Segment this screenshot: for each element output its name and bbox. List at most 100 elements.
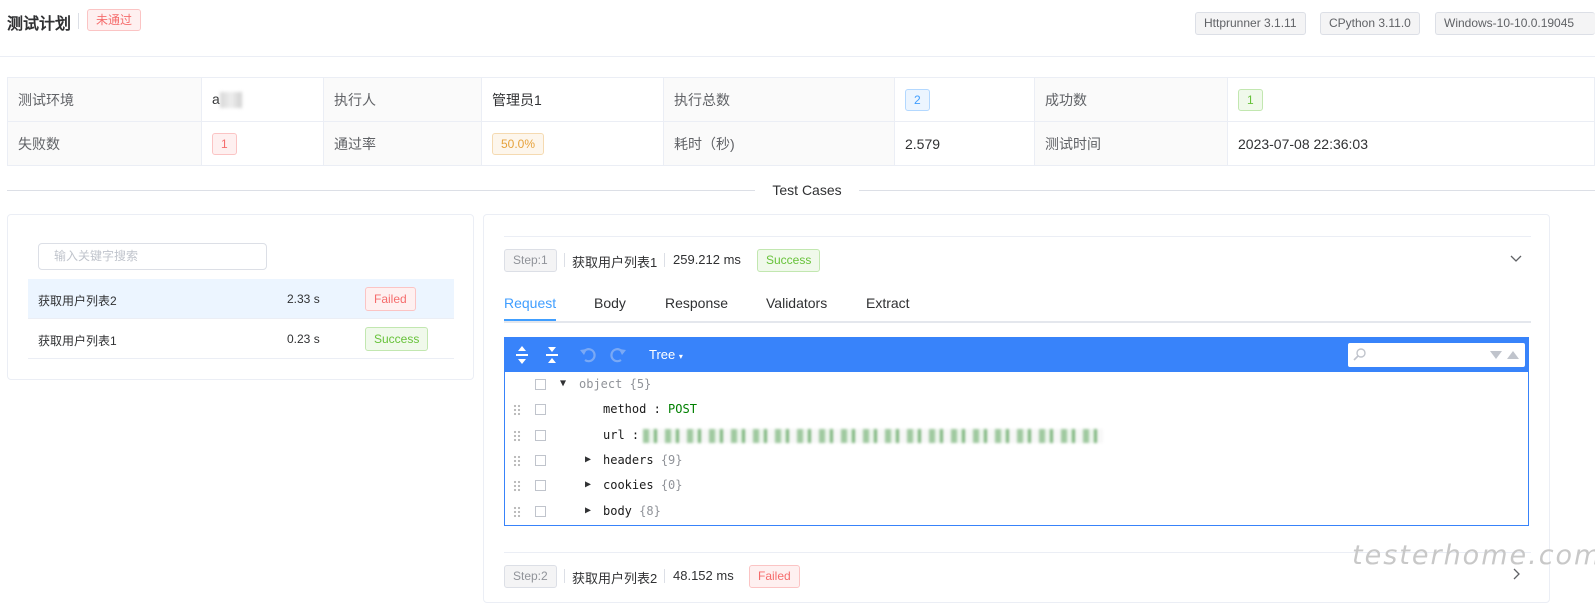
tab-extract[interactable]: Extract [866, 293, 910, 313]
headers-key: headers [603, 453, 654, 467]
value-success: 1 [1227, 77, 1595, 122]
search-next-icon[interactable] [1489, 350, 1503, 360]
tab-body[interactable]: Body [594, 293, 626, 313]
method-value[interactable]: POST [668, 402, 697, 416]
tree-row[interactable]: method : POST [505, 397, 1528, 422]
drag-handle-icon[interactable] [513, 404, 521, 416]
value-duration: 2.579 [894, 121, 1035, 166]
json-search-box[interactable] [1348, 343, 1525, 367]
drag-handle-icon[interactable] [513, 480, 521, 492]
step-header[interactable]: Step:1 获取用户列表1 259.212 ms Success [504, 236, 1531, 284]
env-tag-os: Windows-10-10.0.19045 [1435, 12, 1595, 35]
tree-row[interactable]: ▶ body {8} [505, 499, 1528, 524]
redo-icon[interactable] [607, 344, 629, 366]
value-pass-rate: 50.0% [481, 121, 664, 166]
search-previous-icon[interactable] [1506, 350, 1520, 360]
step-index-tag: Step:1 [504, 249, 557, 272]
page-title: 测试计划 [7, 16, 72, 33]
mode-dropdown[interactable]: Tree ▾ [649, 347, 683, 362]
label-environment: 测试环境 [7, 77, 202, 122]
tree-key: method : POST [603, 402, 697, 416]
step-separator [564, 253, 565, 267]
json-editor: Tree ▾ ▼ object {5} method : POST url : [504, 337, 1529, 526]
cookies-count: {0} [660, 478, 683, 492]
label-duration: 耗时（秒) [663, 121, 895, 166]
tree-row[interactable]: ▶ headers {9} [505, 448, 1528, 473]
tab-response[interactable]: Response [665, 293, 728, 313]
drag-handle-icon[interactable] [513, 455, 521, 467]
failed-badge: 1 [212, 132, 237, 155]
json-editor-toolbar: Tree ▾ [505, 338, 1528, 372]
row-checkbox[interactable] [535, 455, 546, 466]
value-test-time: 2023-07-08 22:36:03 [1227, 121, 1595, 166]
section-title: Test Cases [755, 181, 859, 199]
environment-text: a [212, 90, 220, 107]
case-row[interactable]: 获取用户列表1 0.23 s Success [28, 319, 454, 359]
total-badge: 2 [905, 88, 930, 111]
row-checkbox[interactable] [535, 506, 546, 517]
expand-all-icon[interactable] [511, 344, 533, 366]
chevron-down-icon[interactable] [1509, 251, 1523, 265]
title-divider [78, 13, 79, 29]
env-tag-python: CPython 3.11.0 [1320, 12, 1420, 35]
step-tabs: Request Body Response Validators Extract [504, 293, 1531, 323]
root-count: {5} [629, 377, 652, 391]
label-success: 成功数 [1034, 77, 1228, 122]
row-checkbox[interactable] [535, 480, 546, 491]
expanded-arrow-icon[interactable]: ▼ [560, 378, 566, 389]
cookies-key: cookies [603, 478, 654, 492]
value-failed: 1 [201, 121, 324, 166]
tab-validators[interactable]: Validators [766, 293, 827, 313]
tree-row[interactable]: ▼ object {5} [505, 372, 1528, 397]
drag-handle-icon[interactable] [513, 506, 521, 518]
step-status-badge: Success [757, 249, 821, 272]
root-key: object [579, 377, 623, 391]
case-search-input[interactable]: 输入关键字搜索 [38, 243, 267, 270]
case-name: 获取用户列表1 [38, 334, 117, 348]
tree-key: body {8} [603, 504, 661, 518]
case-status-badge: Success [365, 327, 429, 351]
watermark-text: testerhome.com [1352, 540, 1595, 571]
url-key: url [603, 428, 625, 442]
redacted-url-value[interactable] [643, 428, 1104, 443]
case-status-badge: Failed [365, 287, 416, 311]
undo-icon[interactable] [577, 344, 599, 366]
case-name: 获取用户列表2 [38, 294, 117, 308]
step-separator [664, 253, 665, 267]
row-checkbox[interactable] [535, 430, 546, 441]
redacted-mark [219, 92, 242, 109]
drag-handle-icon[interactable] [513, 430, 521, 442]
case-list-panel: 输入关键字搜索 获取用户列表2 2.33 s Failed 获取用户列表1 0.… [7, 214, 474, 380]
tree-row[interactable]: url : [505, 423, 1528, 448]
step-name: 获取用户列表1 [572, 255, 658, 270]
case-time: 0.23 s [287, 332, 320, 346]
tree-row[interactable]: ▶ cookies {0} [505, 473, 1528, 498]
step-duration: 48.152 ms [673, 568, 734, 583]
headers-count: {9} [660, 453, 683, 467]
step-duration: 259.212 ms [673, 252, 741, 267]
step-name: 获取用户列表2 [572, 571, 658, 586]
active-tab-indicator [504, 319, 556, 321]
step-separator [564, 569, 565, 583]
collapse-all-icon[interactable] [541, 344, 563, 366]
mode-label: Tree [649, 347, 676, 362]
case-status: Failed [365, 287, 416, 311]
label-executor: 执行人 [323, 77, 482, 122]
success-badge: 1 [1238, 88, 1263, 111]
value-executor: 管理员1 [481, 77, 664, 122]
step-separator [664, 569, 665, 583]
value-environment: a [201, 77, 324, 122]
row-checkbox[interactable] [535, 379, 546, 390]
collapsed-arrow-icon[interactable]: ▶ [585, 479, 591, 490]
tab-request[interactable]: Request [504, 293, 556, 313]
label-pass-rate: 通过率 [323, 121, 482, 166]
collapsed-arrow-icon[interactable]: ▶ [585, 505, 591, 516]
tree-key: headers {9} [603, 453, 683, 467]
case-row[interactable]: 获取用户列表2 2.33 s Failed [28, 279, 454, 319]
plan-status-badge: 未通过 [87, 9, 142, 31]
row-checkbox[interactable] [535, 404, 546, 415]
collapsed-arrow-icon[interactable]: ▶ [585, 454, 591, 465]
json-tree: ▼ object {5} method : POST url : ▶ heade… [505, 372, 1528, 525]
plan-summary-table: 测试环境 a 执行人 管理员1 执行总数 2 成功数 1 失败数 1 通过率 5… [7, 77, 1595, 166]
case-status: Success [365, 327, 429, 351]
